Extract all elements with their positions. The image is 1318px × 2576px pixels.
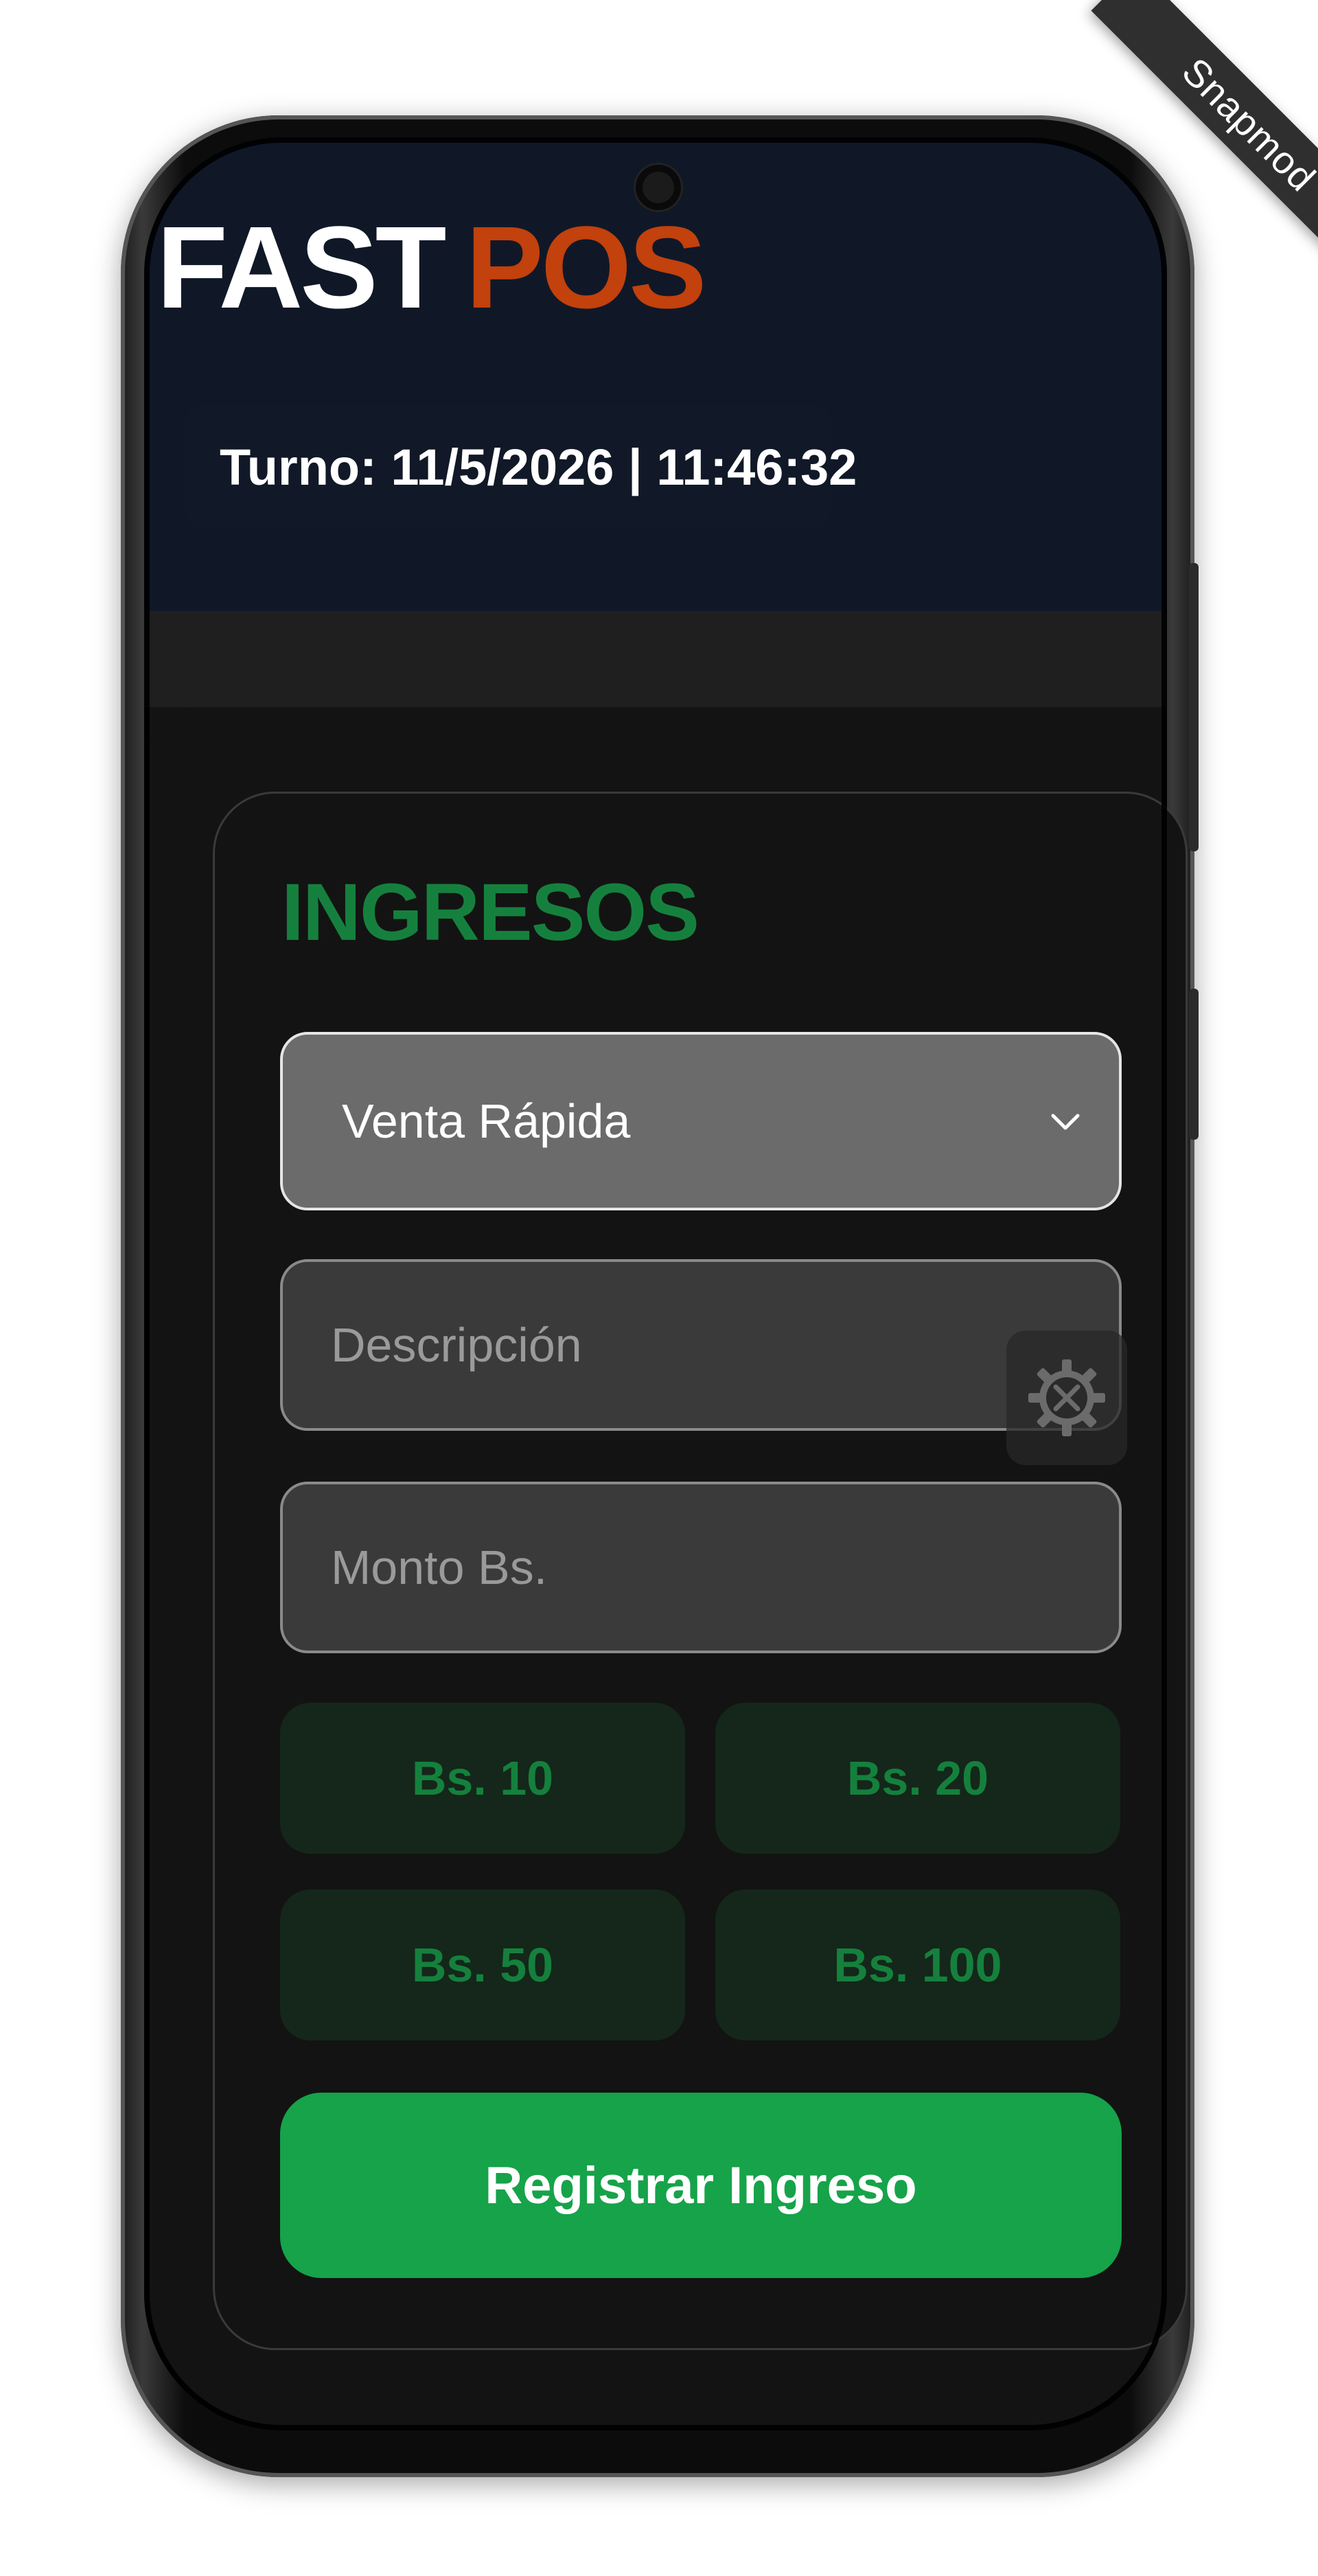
quick-amount-100-button[interactable]: Bs. 100: [715, 1889, 1120, 2040]
quick-amount-20-button[interactable]: Bs. 20: [715, 1703, 1120, 1854]
phone-power-button: [1189, 989, 1199, 1140]
header-divider-band: [144, 611, 1167, 707]
description-input[interactable]: [280, 1259, 1122, 1431]
logo-word-pos: POS: [465, 203, 706, 333]
income-title: INGRESOS: [281, 867, 700, 958]
register-income-button[interactable]: Registrar Ingreso: [280, 2093, 1122, 2278]
screenshot-canvas: Snapmod FAST POS Turno: 11/5/2026 | 11:46…: [0, 0, 1318, 2576]
shift-status: Turno: 11/5/2026 | 11:46:32: [185, 405, 857, 529]
income-category-select[interactable]: Venta Rápida: [280, 1032, 1122, 1210]
quick-amount-50-button[interactable]: Bs. 50: [280, 1889, 685, 2040]
logo-word-fast: FAST: [157, 203, 446, 333]
app-logo: FAST POS: [157, 209, 706, 326]
settings-tools-icon: [1028, 1359, 1105, 1436]
shift-label: Turno: 11/5/2026 | 11:46:32: [220, 438, 857, 496]
snapmod-watermark-text: Snapmod: [1174, 49, 1318, 200]
chevron-down-icon: [1051, 1114, 1080, 1130]
front-camera: [636, 165, 681, 210]
quick-amount-10-button[interactable]: Bs. 10: [280, 1703, 685, 1854]
floating-tools-button[interactable]: [1006, 1331, 1127, 1465]
phone-volume-button: [1189, 563, 1199, 851]
amount-input[interactable]: [280, 1482, 1122, 1653]
income-category-value: Venta Rápida: [342, 1094, 631, 1148]
